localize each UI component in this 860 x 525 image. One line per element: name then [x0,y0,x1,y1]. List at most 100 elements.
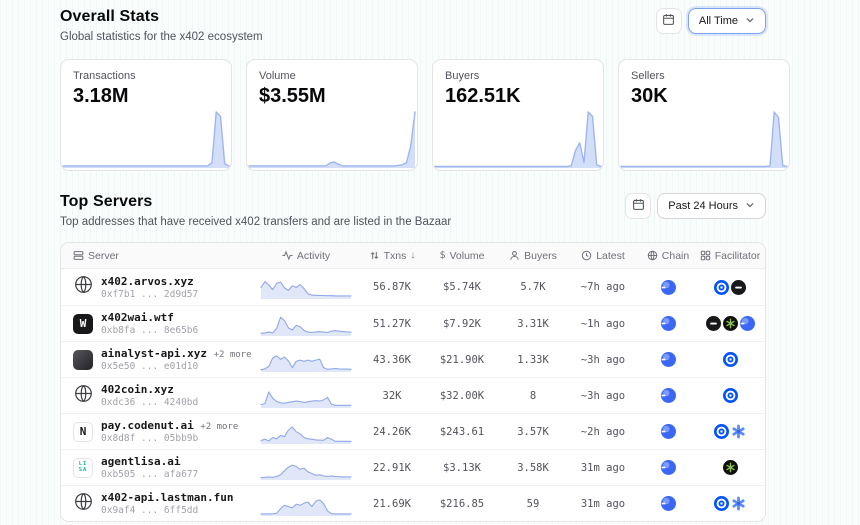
table-row[interactable]: N pay.codenut.ai +2 more 0x8d8f ... 05bb… [61,413,765,449]
server-address: 0x8d8f ... 05bb9b [101,433,238,444]
table-row[interactable]: 402coin.xyz 0xdc36 ... 4240bd 32K $32.00… [61,377,765,413]
server-name[interactable]: 402coin.xyz [101,383,174,396]
column-header-volume[interactable]: $Volume [423,250,501,262]
top-servers-header: Top Servers Top addresses that have rece… [60,193,766,228]
overall-range-controls: All Time [656,8,766,34]
server-extra-count: +2 more [214,350,252,360]
latest-value: ~2h ago [565,426,641,438]
stat-label: Buyers [445,70,591,82]
column-header-txns[interactable]: Txns↓ [361,250,423,262]
server-avatar [73,277,93,297]
table-row[interactable]: W x402wai.wtf 0xb8fa ... 8e65b6 51.27K $… [61,305,765,341]
buyers-value: 3.58K [501,462,565,474]
latest-value: ~1h ago [565,318,641,330]
coinbase-facilitator-icon [723,352,738,367]
server-name[interactable]: x402.arvos.xyz [101,275,194,288]
column-header-latest[interactable]: Latest [565,250,641,262]
server-cell: x402.arvos.xyz 0xf7b1 ... 2d9d57 [61,275,251,300]
latest-value: ~7h ago [565,281,641,293]
chevron-down-icon [745,15,755,28]
txns-value: 21.69K [361,498,423,510]
column-header-server[interactable]: Server [61,250,251,262]
txns-value: 22.91K [361,462,423,474]
activity-icon [282,250,293,261]
server-address: 0xb8fa ... 8e65b6 [101,325,198,336]
column-header-buyers[interactable]: Buyers [501,250,565,262]
sort-direction-icon: ↓ [410,250,415,261]
buyers-value: 3.31K [501,318,565,330]
buyers-value: 1.33K [501,354,565,366]
chevron-down-icon [745,200,755,213]
server-name-block: pay.codenut.ai +2 more 0x8d8f ... 05bb9b [101,419,238,444]
top-servers-subtitle: Top addresses that have received x402 tr… [60,216,451,228]
calendar-button[interactable] [656,8,682,34]
server-name[interactable]: x402-api.lastman.fun [101,491,233,504]
server-address: 0x5e50 ... e01d10 [101,361,251,372]
server-avatar: W [73,314,93,334]
activity-cell [251,311,361,337]
time-range-select[interactable]: All Time [688,8,766,34]
activity-sparkline [260,383,352,409]
base-chain-icon [661,388,676,403]
green-facilitator-icon [723,460,738,475]
top-servers-table: ServerActivityTxns↓$VolumeBuyers Latest Ch… [60,242,766,522]
overall-stats-titles: Overall Stats Global statistics for the … [60,8,263,43]
buyers-value: 59 [501,498,565,510]
server-address: 0xb505 ... afa677 [101,469,198,480]
base-chain-icon [661,424,676,439]
servers-calendar-button[interactable] [625,193,651,219]
server-name[interactable]: ainalyst-api.xyz [101,347,207,360]
activity-cell [251,274,361,300]
server-cell: 402coin.xyz 0xdc36 ... 4240bd [61,383,251,408]
calendar-icon [632,198,645,214]
txns-value: 24.26K [361,426,423,438]
servers-range-controls: Past 24 Hours [625,193,766,219]
stat-sparkline [620,109,788,169]
table-row[interactable]: ainalyst-api.xyz +2 more 0x5e50 ... e01d… [61,341,765,377]
base-chain-icon [661,460,676,475]
facilitator-icons [695,316,765,331]
stat-sparkline [434,109,602,169]
server-avatar [73,350,93,370]
table-row[interactable]: x402.arvos.xyz 0xf7b1 ... 2d9d57 56.87K … [61,269,765,305]
base-chain-icon [661,352,676,367]
top-servers-titles: Top Servers Top addresses that have rece… [60,193,451,228]
buyers-value: 8 [501,390,565,402]
stat-sparkline [62,109,230,169]
txns-value: 51.27K [361,318,423,330]
server-name[interactable]: agentlisa.ai [101,455,180,468]
column-label: Facilitator [715,250,761,262]
column-header-facilitator[interactable]: Facilitator [695,250,765,262]
server-cell: W x402wai.wtf 0xb8fa ... 8e65b6 [61,311,251,336]
server-name-block: 402coin.xyz 0xdc36 ... 4240bd [101,383,198,408]
server-name[interactable]: x402wai.wtf [101,311,174,324]
page-subtitle: Global statistics for the x402 ecosystem [60,31,263,43]
server-name-block: x402wai.wtf 0xb8fa ... 8e65b6 [101,311,198,336]
flower-facilitator-icon [731,424,746,439]
server-cell: LISA agentlisa.ai 0xb505 ... afa677 [61,455,251,480]
flower-facilitator-icon [731,496,746,511]
activity-cell [251,491,361,517]
column-label: Latest [596,250,625,262]
latest-value: 31m ago [565,498,641,510]
chain-icon [641,460,695,475]
letter-avatar: W [73,314,93,334]
table-row[interactable]: x402-api.lastman.fun 0x9af4 ... 6ff5dd 2… [61,485,765,521]
activity-cell [251,383,361,409]
server-name[interactable]: pay.codenut.ai [101,419,194,432]
dollar-icon: $ [439,250,445,261]
chain-icon [641,424,695,439]
swap-icon [369,250,380,261]
column-header-activity[interactable]: Activity [251,250,361,262]
txns-value: 43.36K [361,354,423,366]
table-row[interactable]: LISA agentlisa.ai 0xb505 ... afa677 22.9… [61,449,765,485]
dark-facilitator-icon [706,316,721,331]
activity-cell [251,455,361,481]
column-header-chain[interactable]: Chain [641,250,695,262]
globe-avatar-icon [74,492,93,516]
servers-time-range-select[interactable]: Past 24 Hours [657,193,766,219]
chain-icon [641,496,695,511]
chain-icon [641,388,695,403]
activity-cell [251,419,361,445]
facilitator-icons [695,460,765,475]
